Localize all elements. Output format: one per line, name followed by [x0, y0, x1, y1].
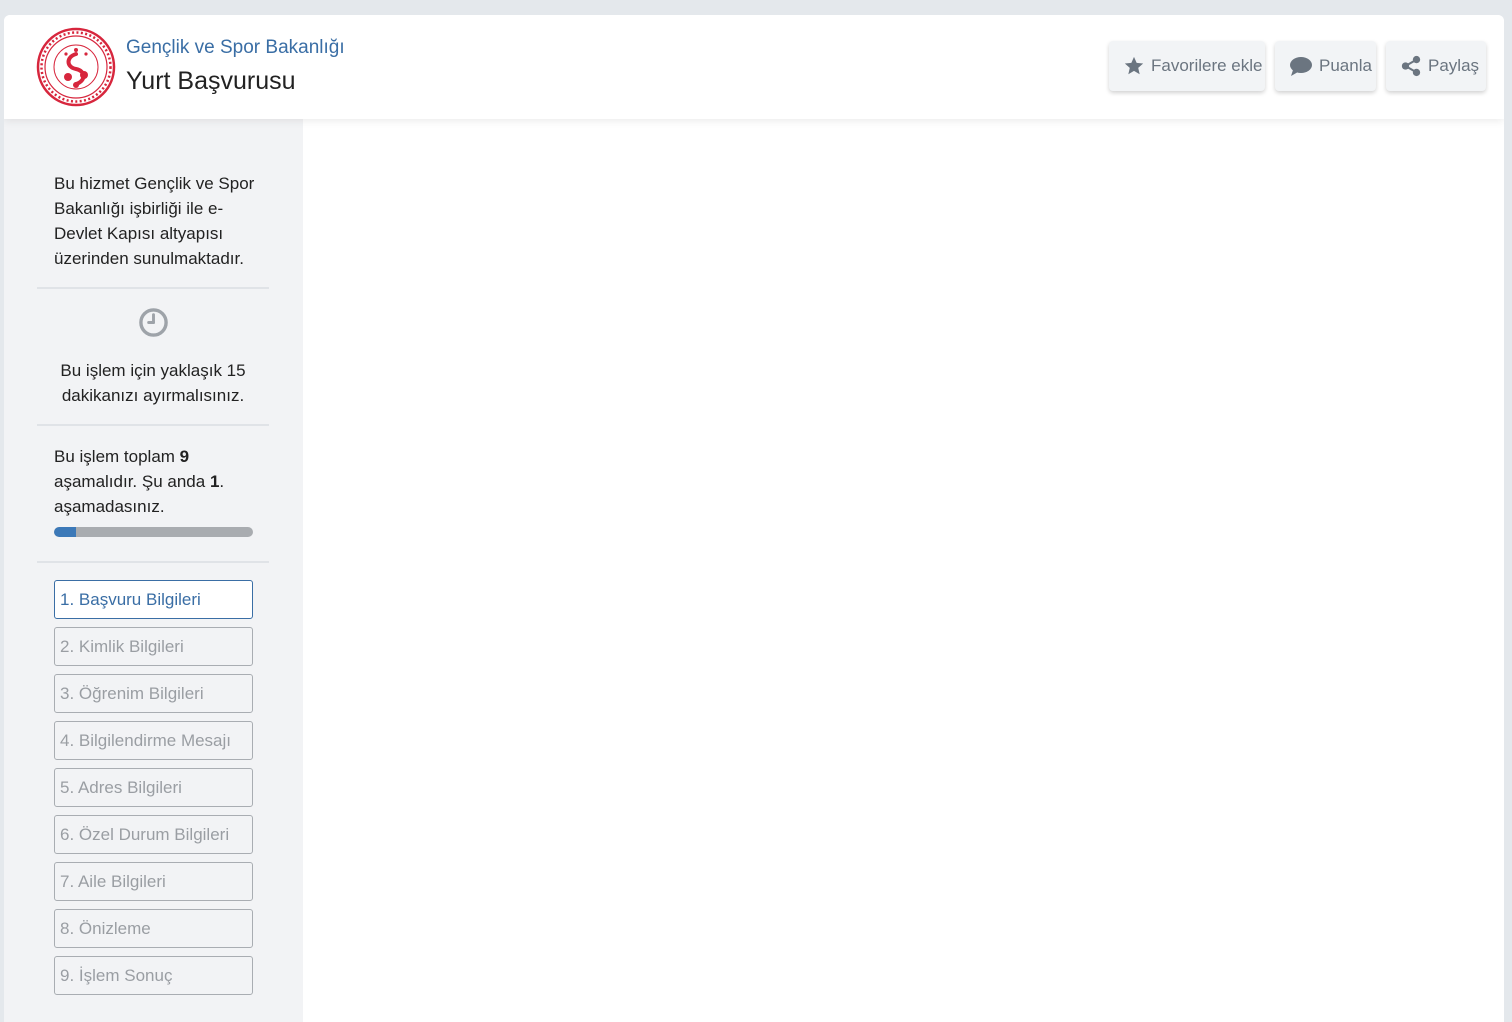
step-count-text: Bu işlem toplam 9 aşamalıdır. Şu anda 1.…: [54, 444, 264, 519]
share-label: Paylaş: [1428, 56, 1480, 75]
step-6-ozel-durum-bilgileri[interactable]: 6. Özel Durum Bilgileri: [54, 815, 253, 854]
speech-bubble-icon: [1290, 57, 1312, 76]
step-3-ogrenim-bilgileri[interactable]: 3. Öğrenim Bilgileri: [54, 674, 253, 713]
current-step: 1: [209, 472, 220, 491]
step-4-bilgilendirme-mesaji[interactable]: 4. Bilgilendirme Mesajı: [54, 721, 253, 760]
share-button[interactable]: Paylaş: [1386, 41, 1486, 91]
clock-icon: [139, 308, 168, 337]
step-9-islem-sonuc[interactable]: 9. İşlem Sonuç: [54, 956, 253, 995]
page-card: Gençlik ve Spor Bakanlığı Yurt Başvurusu…: [4, 15, 1504, 1022]
page-title: Yurt Başvurusu: [126, 67, 296, 95]
rate-label: Puanla: [1319, 56, 1372, 75]
step-list: 1. Başvuru Bilgileri 2. Kimlik Bilgileri…: [54, 580, 253, 1003]
sidebar: Bu hizmet Gençlik ve Spor Bakanlığı işbi…: [4, 119, 303, 1022]
page-header: Gençlik ve Spor Bakanlığı Yurt Başvurusu…: [4, 15, 1504, 119]
divider: [37, 287, 269, 289]
total-steps: 9: [179, 447, 190, 466]
service-info-text: Bu hizmet Gençlik ve Spor Bakanlığı işbi…: [54, 174, 255, 268]
step-2-kimlik-bilgileri[interactable]: 2. Kimlik Bilgileri: [54, 627, 253, 666]
share-icon: [1401, 55, 1421, 77]
star-icon: [1124, 56, 1144, 75]
step-8-onizleme[interactable]: 8. Önizleme: [54, 909, 253, 948]
step-5-adres-bilgileri[interactable]: 5. Adres Bilgileri: [54, 768, 253, 807]
steps-middle: aşamalıdır. Şu anda: [54, 472, 210, 491]
ministry-logo: [36, 27, 116, 107]
divider: [37, 561, 269, 563]
progress-bar: [54, 527, 253, 537]
add-favorite-label: Favorilere ekle: [1151, 56, 1263, 75]
org-name[interactable]: Gençlik ve Spor Bakanlığı: [126, 37, 345, 59]
rate-button[interactable]: Puanla: [1275, 41, 1376, 91]
add-favorite-button[interactable]: Favorilere ekle: [1109, 41, 1265, 91]
duration-text: Bu işlem için yaklaşık 15 dakikanızı ayı…: [60, 361, 246, 405]
progress-bar-fill: [54, 527, 77, 537]
step-7-aile-bilgileri[interactable]: 7. Aile Bilgileri: [54, 862, 253, 901]
main-content: [303, 119, 1504, 1022]
steps-prefix: Bu işlem toplam: [54, 447, 180, 466]
step-1-basvuru-bilgileri[interactable]: 1. Başvuru Bilgileri: [54, 580, 253, 619]
divider: [37, 424, 269, 426]
